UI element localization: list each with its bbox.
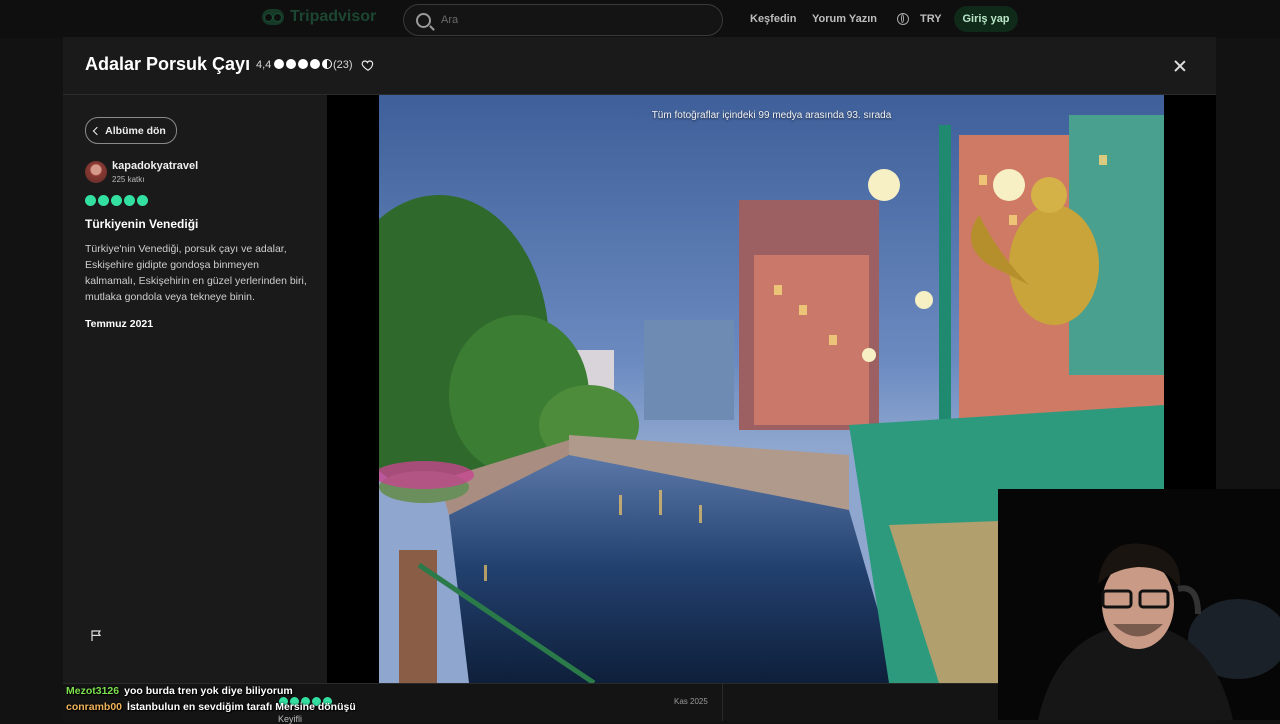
chat-username: conramb00 bbox=[66, 701, 123, 713]
review-count[interactable]: (23) bbox=[333, 59, 353, 71]
strip-review-word: Keyifli bbox=[278, 714, 303, 724]
contribution-count: 225 katkı bbox=[112, 175, 145, 184]
rating-value: 4,4 bbox=[256, 59, 272, 71]
rating-bubble bbox=[310, 59, 320, 69]
webcam-overlay bbox=[998, 489, 1280, 720]
strip-divider bbox=[722, 684, 723, 721]
back-button-label: Albüme dön bbox=[105, 124, 166, 137]
chat-text: yoo burda tren yok diye biliyorum bbox=[124, 685, 293, 697]
flag-icon[interactable] bbox=[91, 630, 101, 641]
review-bubble bbox=[85, 195, 96, 206]
login-button[interactable]: Giriş yap bbox=[954, 6, 1018, 32]
heart-icon[interactable] bbox=[361, 58, 375, 72]
rating-bubble bbox=[286, 59, 296, 69]
stream-chat: Mezot3126 yoo burda tren yok diye biliyor… bbox=[66, 683, 356, 715]
review-bubble bbox=[137, 195, 148, 206]
review-bubble bbox=[124, 195, 135, 206]
avatar[interactable] bbox=[85, 161, 107, 183]
rating-bubble bbox=[274, 59, 284, 69]
page-title: Adalar Porsuk Çayı bbox=[85, 54, 251, 74]
currency-selector[interactable]: TRY bbox=[920, 13, 942, 25]
nav-write-review[interactable]: Yorum Yazın bbox=[812, 13, 877, 25]
review-bubble bbox=[111, 195, 122, 206]
logo-text: Tripadvisor bbox=[290, 8, 377, 25]
chat-message: conramb00 İstanbulun en sevdiğim tarafı M… bbox=[66, 699, 356, 715]
search-icon bbox=[416, 12, 431, 28]
chat-message: Mezot3126 yoo burda tren yok diye biliyor… bbox=[66, 683, 356, 699]
rating-bubble-half bbox=[322, 59, 332, 69]
reviewer-name[interactable]: kapadokyatravel bbox=[112, 160, 198, 172]
review-bubbles bbox=[85, 195, 148, 206]
chevron-left-icon bbox=[92, 126, 102, 135]
review-body: Türkiye'nin Venediği, porsuk çayı ve ada… bbox=[85, 243, 307, 303]
nav-explore[interactable]: Keşfedin bbox=[750, 13, 796, 25]
review-date: Temmuz 2021 bbox=[85, 318, 154, 330]
review-title: Türkiyenin Venediği bbox=[85, 217, 199, 231]
photo-caption: Tüm fotoğraflar içindeki 99 medya arasın… bbox=[651, 110, 892, 121]
site-header: Tripadvisor Keşfedin Yorum Yazın TRY Gir… bbox=[0, 0, 1280, 38]
search-input[interactable] bbox=[439, 13, 693, 27]
modal-header: Adalar Porsuk Çayı 4,4 (23) bbox=[63, 37, 1216, 95]
rating-bubbles bbox=[274, 59, 332, 69]
chat-username: Mezot3126 bbox=[66, 685, 120, 697]
review-bubble bbox=[98, 195, 109, 206]
rating-bubble bbox=[298, 59, 308, 69]
close-icon[interactable] bbox=[1170, 56, 1190, 76]
tripadvisor-logo[interactable]: Tripadvisor bbox=[262, 8, 376, 26]
owl-icon bbox=[262, 9, 284, 25]
streamer-webcam-image bbox=[998, 489, 1280, 720]
globe-icon bbox=[897, 13, 909, 25]
back-to-album-button[interactable]: Albüme dön bbox=[85, 117, 177, 144]
chat-text: İstanbulun en sevdiğim tarafı Mersine dö… bbox=[127, 701, 356, 713]
search-bar[interactable] bbox=[403, 4, 723, 36]
strip-date: Kas 2025 bbox=[674, 697, 708, 706]
